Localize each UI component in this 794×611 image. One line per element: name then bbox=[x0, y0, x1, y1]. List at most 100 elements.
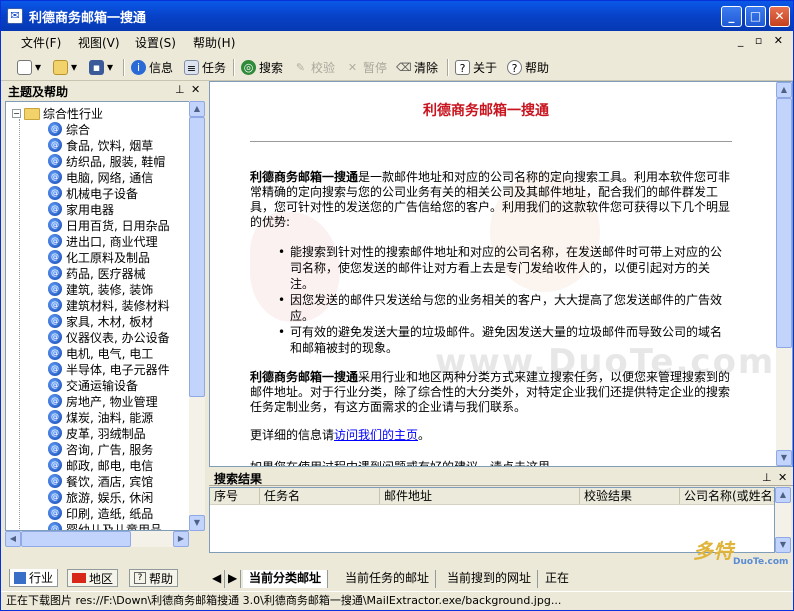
column-header-company[interactable]: 公司名称(或姓名) bbox=[680, 488, 774, 505]
column-header-email[interactable]: 邮件地址 bbox=[380, 488, 580, 505]
tree-item[interactable]: @ 化工原料及制品 bbox=[48, 249, 150, 265]
open-button[interactable]: ▾ bbox=[53, 58, 77, 76]
toolbar: ▾ ▾ ▪ ▾ i 信息 ≡ 任务 ◎ 搜索 ✎ 校验 ✕ 暂停 ⌫ 清除 ? 关于 ? 帮助 bbox=[1, 53, 793, 81]
tree-item[interactable]: @ 综合 bbox=[48, 121, 90, 137]
tree-item-label: 家具, 木材, 板材 bbox=[66, 314, 154, 329]
toolbar-separator bbox=[233, 59, 235, 76]
stop-button[interactable]: ✕ 暂停 bbox=[345, 58, 387, 76]
tree-item[interactable]: @ 婴幼儿及儿童用品 bbox=[48, 521, 162, 530]
tree-item[interactable]: @ 餐饮, 酒店, 宾馆 bbox=[48, 473, 153, 489]
tab-help[interactable]: ? 帮助 bbox=[129, 569, 179, 587]
advantage-item: 可有效的避免发送大量的垃圾邮件。避免因发送大量的垃圾邮件而导致公司的域名和邮箱被… bbox=[278, 324, 728, 356]
tree-item[interactable]: @ 煤炭, 油料, 能源 bbox=[48, 409, 153, 425]
column-header-index[interactable]: 序号 bbox=[210, 488, 260, 505]
document-vertical-scrollbar[interactable]: ▲ ▼ bbox=[776, 82, 792, 466]
tree-item[interactable]: @ 房地产, 物业管理 bbox=[48, 393, 158, 409]
search-button[interactable]: ◎ 搜索 bbox=[241, 58, 283, 76]
column-header-task[interactable]: 任务名 bbox=[260, 488, 380, 505]
tree-item[interactable]: @ 纺织品, 服装, 鞋帽 bbox=[48, 153, 165, 169]
industry-tab-icon bbox=[14, 571, 26, 584]
scroll-up-arrow-icon[interactable]: ▲ bbox=[776, 82, 792, 98]
tree-item[interactable]: @ 建筑, 装修, 装饰 bbox=[48, 281, 153, 297]
tree-vertical-scrollbar[interactable]: ▲ ▼ bbox=[189, 101, 205, 531]
tree-item[interactable]: @ 食品, 饮料, 烟草 bbox=[48, 137, 153, 153]
hscroll-thumb[interactable] bbox=[21, 531, 131, 547]
menu-help[interactable]: 帮助(H) bbox=[193, 34, 235, 51]
pane-close-icon[interactable]: ✕ bbox=[191, 83, 200, 96]
tree-item[interactable]: @ 电脑, 网络, 通信 bbox=[48, 169, 153, 185]
tab-current-task-emails[interactable]: 当前任务的邮址 bbox=[339, 570, 437, 588]
tree-item[interactable]: @ 半导体, 电子元器件 bbox=[48, 361, 170, 377]
column-header-verify[interactable]: 校验结果 bbox=[580, 488, 680, 505]
scroll-left-arrow-icon[interactable]: ◀ bbox=[5, 531, 21, 547]
menu-bar: 文件(F) 视图(V) 设置(S) 帮助(H) _ ▫ ✕ bbox=[1, 31, 793, 53]
task-button[interactable]: ≡ 任务 bbox=[184, 58, 226, 76]
tab-industry[interactable]: 行业 bbox=[9, 569, 59, 587]
tree-item[interactable]: @ 仪器仪表, 办公设备 bbox=[48, 329, 170, 345]
tree-item[interactable]: @ 进出口, 商业代理 bbox=[48, 233, 158, 249]
tree-item[interactable]: @ 交通运输设备 bbox=[48, 377, 138, 393]
tree-item[interactable]: @ 家用电器 bbox=[48, 201, 114, 217]
scroll-up-arrow-icon[interactable]: ▲ bbox=[775, 487, 791, 503]
tree-root-node[interactable]: − 综合性行业 bbox=[12, 105, 103, 122]
title-bar[interactable]: ✉ 利德商务邮箱一搜通 _ □ ✕ bbox=[1, 1, 793, 31]
tree-item[interactable]: @ 机械电子设备 bbox=[48, 185, 138, 201]
verify-button[interactable]: ✎ 校验 bbox=[293, 58, 335, 76]
scroll-down-arrow-icon[interactable]: ▼ bbox=[776, 450, 792, 466]
industry-tree[interactable]: − 综合性行业 @ 综合 @ 食品, 饮料, 烟草 @ 纺织品, 服装, 鞋帽 @ 电脑, 网… bbox=[5, 101, 190, 531]
globe-mail-icon: @ bbox=[48, 170, 62, 184]
intro-product-name: 利德商务邮箱一搜通 bbox=[250, 170, 359, 184]
tree-item-label: 进出口, 商业代理 bbox=[66, 234, 158, 249]
tab-region[interactable]: 地区 bbox=[67, 569, 119, 587]
globe-mail-icon: @ bbox=[48, 426, 62, 440]
scroll-up-arrow-icon[interactable]: ▲ bbox=[189, 101, 205, 117]
menu-settings[interactable]: 设置(S) bbox=[135, 34, 176, 51]
pane-close-icon[interactable]: ✕ bbox=[778, 471, 787, 484]
tree-item[interactable]: @ 印刷, 造纸, 纸品 bbox=[48, 505, 153, 521]
classification-paragraph: 利德商务邮箱一搜通采用行业和地区两种分类方式来建立搜索任务，以便您来管理搜索到的… bbox=[250, 370, 735, 415]
pin-icon[interactable]: ⊥ bbox=[175, 83, 185, 96]
tree-item[interactable]: @ 药品, 医疗器械 bbox=[48, 265, 146, 281]
menu-view[interactable]: 视图(V) bbox=[78, 34, 120, 51]
tree-item[interactable]: @ 日用百货, 日用杂品 bbox=[48, 217, 170, 233]
info-button[interactable]: i 信息 bbox=[131, 58, 173, 76]
tab-current-found-urls[interactable]: 当前搜到的网址 bbox=[441, 570, 539, 588]
tab-in-progress[interactable]: 正在 bbox=[539, 570, 575, 588]
globe-mail-icon: @ bbox=[48, 330, 62, 344]
collapse-toggle-icon[interactable]: − bbox=[12, 109, 21, 118]
tab-current-category-emails[interactable]: 当前分类邮址 bbox=[243, 570, 329, 588]
tree-item[interactable]: @ 家具, 木材, 板材 bbox=[48, 313, 153, 329]
tree-item[interactable]: @ 建筑材料, 装修材料 bbox=[48, 297, 170, 313]
minimize-button[interactable]: _ bbox=[721, 6, 742, 27]
tree-item[interactable]: @ 旅游, 娱乐, 休闲 bbox=[48, 489, 153, 505]
tree-item[interactable]: @ 电机, 电气, 电工 bbox=[48, 345, 153, 361]
clear-button[interactable]: ⌫ 清除 bbox=[396, 58, 438, 76]
scroll-thumb[interactable] bbox=[189, 117, 205, 397]
scroll-thumb[interactable] bbox=[776, 98, 792, 348]
homepage-link[interactable]: 访问我们的主页 bbox=[334, 428, 418, 442]
scroll-down-arrow-icon[interactable]: ▼ bbox=[189, 515, 205, 531]
tree-horizontal-scrollbar[interactable]: ◀ ▶ bbox=[5, 531, 189, 547]
new-button[interactable]: ▾ bbox=[17, 58, 41, 76]
menu-file[interactable]: 文件(F) bbox=[21, 34, 61, 51]
tree-item[interactable]: @ 皮革, 羽绒制品 bbox=[48, 425, 146, 441]
tree-item-label: 餐饮, 酒店, 宾馆 bbox=[66, 474, 154, 489]
task-list-icon: ≡ bbox=[184, 59, 199, 75]
mdi-window-controls[interactable]: _ ▫ ✕ bbox=[738, 34, 787, 47]
tree-item[interactable]: @ 邮政, 邮电, 电信 bbox=[48, 457, 153, 473]
stop-label: 暂停 bbox=[363, 60, 388, 75]
scroll-right-arrow-icon[interactable]: ▶ bbox=[173, 531, 189, 547]
help-button[interactable]: ? 帮助 bbox=[507, 58, 549, 76]
globe-mail-icon: @ bbox=[48, 122, 62, 136]
tree-item[interactable]: @ 咨询, 广告, 服务 bbox=[48, 441, 153, 457]
save-button[interactable]: ▪ ▾ bbox=[89, 58, 113, 76]
close-button[interactable]: ✕ bbox=[769, 6, 790, 27]
globe-mail-icon: @ bbox=[48, 362, 62, 376]
about-button[interactable]: ? 关于 bbox=[455, 58, 497, 76]
tab-prev-arrow-icon[interactable]: ◀ bbox=[209, 570, 226, 588]
duote-logo-watermark: 多特 DuoTe.com bbox=[663, 535, 791, 575]
tab-next-arrow-icon[interactable]: ▶ bbox=[225, 570, 242, 588]
maximize-button[interactable]: □ bbox=[745, 6, 766, 27]
pin-icon[interactable]: ⊥ bbox=[762, 471, 772, 484]
tree-item-label: 邮政, 邮电, 电信 bbox=[66, 458, 154, 473]
